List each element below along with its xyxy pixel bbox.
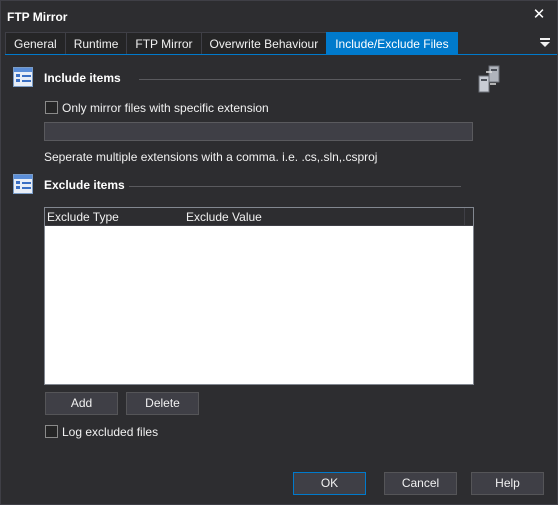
- column-exclude-value[interactable]: Exclude Value: [186, 210, 262, 224]
- tab-strip: General Runtime FTP Mirror Overwrite Beh…: [5, 32, 557, 55]
- delete-button[interactable]: Delete: [126, 392, 199, 415]
- column-exclude-type[interactable]: Exclude Type: [47, 210, 119, 224]
- exclude-divider: [129, 186, 461, 187]
- title-bar[interactable]: FTP Mirror ✕: [1, 1, 557, 32]
- help-button[interactable]: Help: [471, 472, 544, 495]
- cancel-button[interactable]: Cancel: [384, 472, 457, 495]
- exclude-list-icon: [13, 174, 33, 194]
- extension-hint: Seperate multiple extensions with a comm…: [44, 150, 378, 164]
- tab-overwrite-behaviour[interactable]: Overwrite Behaviour: [200, 32, 328, 55]
- specific-extension-checkbox[interactable]: [45, 101, 58, 114]
- tab-underline: [5, 54, 557, 55]
- include-list-icon: [13, 67, 33, 87]
- tab-menu-icon[interactable]: [539, 36, 551, 48]
- column-separator[interactable]: [464, 208, 465, 226]
- window-title: FTP Mirror: [7, 10, 68, 24]
- extension-input[interactable]: [44, 122, 473, 141]
- include-items-heading: Include items: [44, 71, 121, 85]
- ftp-mirror-dialog: FTP Mirror ✕ General Runtime FTP Mirror …: [0, 0, 558, 505]
- include-divider: [139, 79, 461, 80]
- exclude-list[interactable]: Exclude Type Exclude Value: [44, 207, 474, 385]
- add-button[interactable]: Add: [45, 392, 118, 415]
- tab-general[interactable]: General: [5, 32, 66, 55]
- ok-button[interactable]: OK: [293, 472, 366, 495]
- tab-include-exclude-files[interactable]: Include/Exclude Files: [326, 32, 458, 55]
- specific-extension-label[interactable]: Only mirror files with specific extensio…: [62, 101, 269, 115]
- exclude-items-heading: Exclude items: [44, 178, 125, 192]
- close-icon[interactable]: ✕: [531, 7, 547, 23]
- log-excluded-checkbox[interactable]: [45, 425, 58, 438]
- tab-runtime[interactable]: Runtime: [64, 32, 128, 55]
- exclude-list-header: Exclude Type Exclude Value: [45, 208, 473, 226]
- tab-ftp-mirror[interactable]: FTP Mirror: [126, 32, 202, 55]
- log-excluded-label[interactable]: Log excluded files: [62, 425, 158, 439]
- ftp-servers-icon: [478, 65, 500, 93]
